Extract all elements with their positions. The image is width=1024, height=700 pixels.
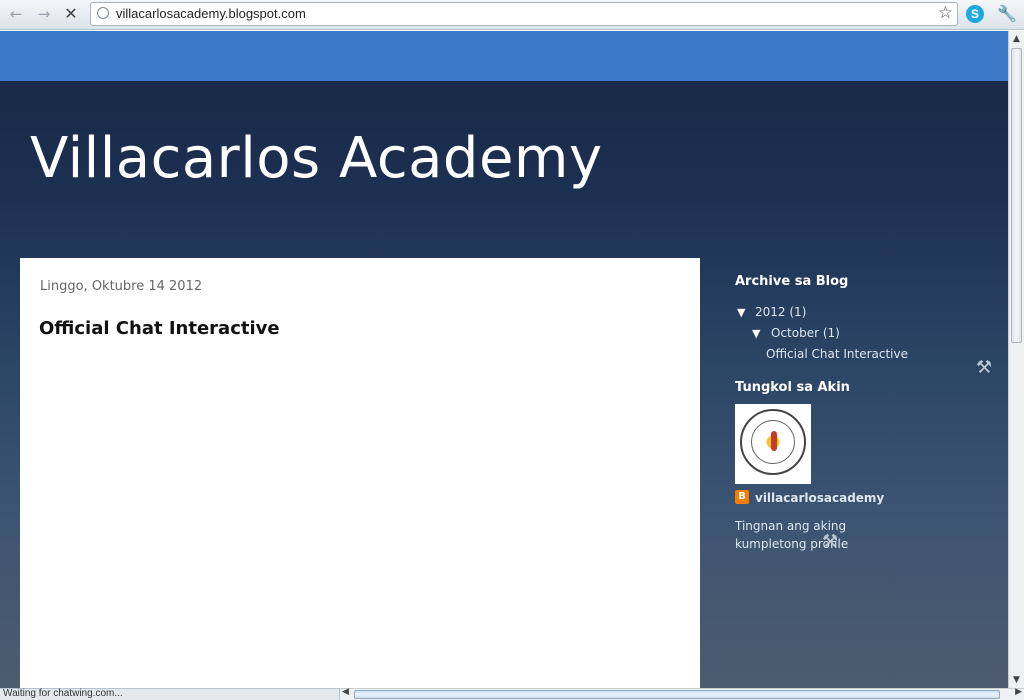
globe-icon [97, 7, 109, 19]
archive-month-link[interactable]: October (1) [771, 326, 840, 340]
wrench-menu-icon[interactable]: 🔧 [997, 4, 1017, 23]
scroll-right-icon[interactable]: ▶ [1015, 687, 1022, 697]
post-panel: Linggo, Oktubre 14 2012 Official Chat In… [20, 258, 700, 688]
address-bar[interactable]: villacarlosacademy.blogspot.com ☆ [90, 2, 958, 26]
scroll-left-icon[interactable]: ◀ [342, 687, 349, 697]
browser-toolbar: ← → ✕ villacarlosacademy.blogspot.com ☆ … [0, 0, 1024, 30]
vertical-scroll-thumb[interactable] [1011, 48, 1022, 343]
edit-gadget-icon[interactable]: ⚒ [976, 357, 992, 378]
archive-year-count: (1) [789, 305, 807, 319]
full-profile-link[interactable]: Tingnan ang aking kumpletong profile [735, 517, 875, 553]
scroll-up-icon[interactable]: ▲ [1009, 31, 1024, 47]
archive-post-link[interactable]: Official Chat Interactive [766, 347, 908, 361]
blog-title[interactable]: Villacarlos Academy [30, 126, 603, 191]
edit-gadget-icon[interactable]: ⚒ [822, 531, 838, 552]
horizontal-scrollbar[interactable]: ◀ ▶ [340, 687, 1024, 700]
back-arrow-icon[interactable]: ← [7, 5, 25, 23]
archive-month-count: (1) [822, 326, 840, 340]
navbar-band [0, 31, 1008, 81]
profile-avatar[interactable] [735, 404, 811, 484]
forward-arrow-icon[interactable]: → [35, 5, 53, 23]
archive-year[interactable]: 2012 [755, 305, 786, 319]
vertical-scrollbar[interactable]: ▲ ▼ [1008, 31, 1024, 688]
about-heading: Tungkol sa Akin [735, 380, 850, 395]
status-bar: Waiting for chatwing.com... [0, 688, 340, 700]
skype-icon[interactable]: S [966, 5, 984, 23]
blogger-icon: B [735, 490, 749, 504]
academy-seal-logo [740, 409, 806, 475]
post-date: Linggo, Oktubre 14 2012 [40, 279, 203, 294]
scroll-down-icon[interactable]: ▼ [1009, 672, 1024, 688]
archive-year-link[interactable]: 2012 (1) [755, 305, 806, 319]
expand-triangle-icon[interactable]: ▼ [752, 327, 760, 340]
blog-page: Villacarlos Academy Linggo, Oktubre 14 2… [0, 31, 1008, 688]
archive-heading: Archive sa Blog [735, 274, 849, 289]
profile-name-link[interactable]: villacarlosacademy [755, 491, 884, 505]
stop-icon[interactable]: ✕ [62, 5, 80, 23]
expand-triangle-icon[interactable]: ▼ [737, 306, 745, 319]
post-title[interactable]: Official Chat Interactive [39, 318, 280, 339]
url-text[interactable]: villacarlosacademy.blogspot.com [116, 6, 306, 21]
horizontal-scroll-thumb[interactable] [354, 690, 1000, 699]
status-text: Waiting for chatwing.com... [3, 688, 123, 699]
archive-month[interactable]: October [771, 326, 819, 340]
bookmark-star-icon[interactable]: ☆ [938, 3, 953, 23]
